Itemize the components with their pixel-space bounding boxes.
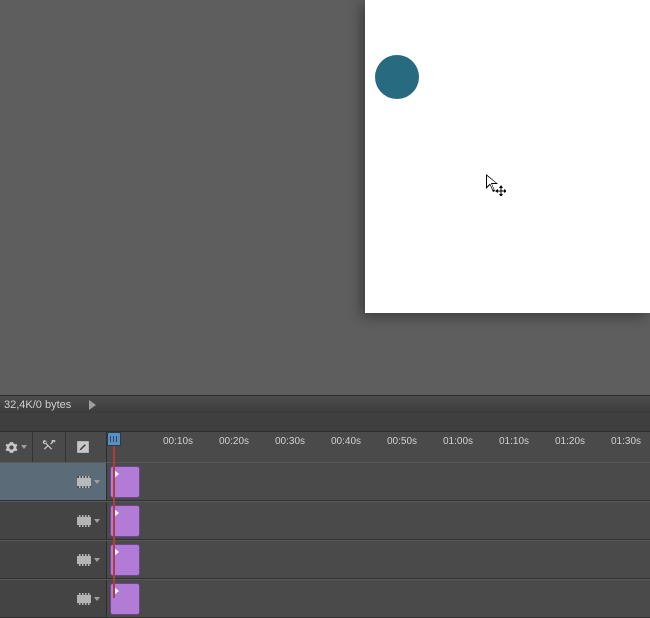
ruler-tick-label: 01:30s: [611, 436, 641, 447]
ruler-tick-label: 01:10s: [499, 436, 529, 447]
track-lane[interactable]: [107, 541, 650, 578]
ruler-tick: 00:30s: [275, 432, 305, 462]
caret-down-icon: [94, 480, 100, 484]
caret-down-icon: [21, 445, 27, 449]
ruler-tick-label: 01:00s: [443, 436, 473, 447]
ruler-tick: 00:20s: [219, 432, 249, 462]
track-row[interactable]: [0, 462, 650, 501]
clip[interactable]: [110, 466, 140, 498]
ruler-tick: 00:40s: [331, 432, 361, 462]
ruler-tick: 01:10s: [499, 432, 529, 462]
filmstrip-icon: [77, 554, 91, 566]
clip-expand-icon: [114, 548, 119, 556]
cut-button[interactable]: [33, 432, 66, 462]
pencil-box-icon: [76, 440, 90, 454]
track-header[interactable]: [0, 463, 107, 500]
timeline-ruler[interactable]: 00:10s 00:20s 00:30s 00:40s 00:50s 01:00s 01:1…: [107, 432, 650, 462]
clip-expand-icon: [114, 470, 119, 478]
ruler-tick: 01:20s: [555, 432, 585, 462]
timeline-header-strip: [0, 413, 650, 432]
ruler-tick: 01:30s: [611, 432, 641, 462]
clip-expand-icon: [114, 509, 119, 517]
timeline-toolbar-row: 00:10s 00:20s 00:30s 00:40s 00:50s 01:00s 01:1…: [0, 432, 650, 462]
status-text: 32,4K/0 bytes: [0, 399, 89, 411]
canvas-circle[interactable]: [375, 55, 419, 99]
gear-icon: [5, 441, 18, 454]
ruler-tick-label: 00:50s: [387, 436, 417, 447]
track-header[interactable]: [0, 502, 107, 539]
clip-expand-icon: [114, 587, 119, 595]
timeline-toolbar: [0, 432, 107, 462]
stage-area: [0, 0, 650, 395]
track-list: [0, 462, 650, 618]
ruler-tick-label: 00:10s: [163, 436, 193, 447]
status-bar: 32,4K/0 bytes: [0, 395, 650, 415]
clip[interactable]: [110, 583, 140, 615]
track-row[interactable]: [0, 501, 650, 540]
edit-button[interactable]: [66, 432, 99, 462]
ruler-tick-label: 00:30s: [275, 436, 305, 447]
track-row[interactable]: [0, 540, 650, 579]
timeline-panel: 00:10s 00:20s 00:30s 00:40s 00:50s 01:00s 01:1…: [0, 413, 650, 599]
filmstrip-icon: [77, 515, 91, 527]
ruler-tick: 00:50s: [387, 432, 417, 462]
clip[interactable]: [110, 505, 140, 537]
caret-down-icon: [94, 558, 100, 562]
ruler-tick: 00:10s: [163, 432, 193, 462]
caret-down-icon: [94, 519, 100, 523]
track-header[interactable]: [0, 541, 107, 578]
track-lane[interactable]: [107, 463, 650, 500]
ruler-tick: 01:00s: [443, 432, 473, 462]
canvas[interactable]: [365, 0, 650, 313]
clip[interactable]: [110, 544, 140, 576]
ruler-tick-label: 00:20s: [219, 436, 249, 447]
filmstrip-icon: [77, 476, 91, 488]
track-lane[interactable]: [107, 502, 650, 539]
ruler-tick-label: 01:20s: [555, 436, 585, 447]
scissors-icon: [42, 440, 57, 455]
play-icon[interactable]: [89, 400, 96, 410]
ruler-tick-label: 00:40s: [331, 436, 361, 447]
settings-button[interactable]: [0, 432, 33, 462]
